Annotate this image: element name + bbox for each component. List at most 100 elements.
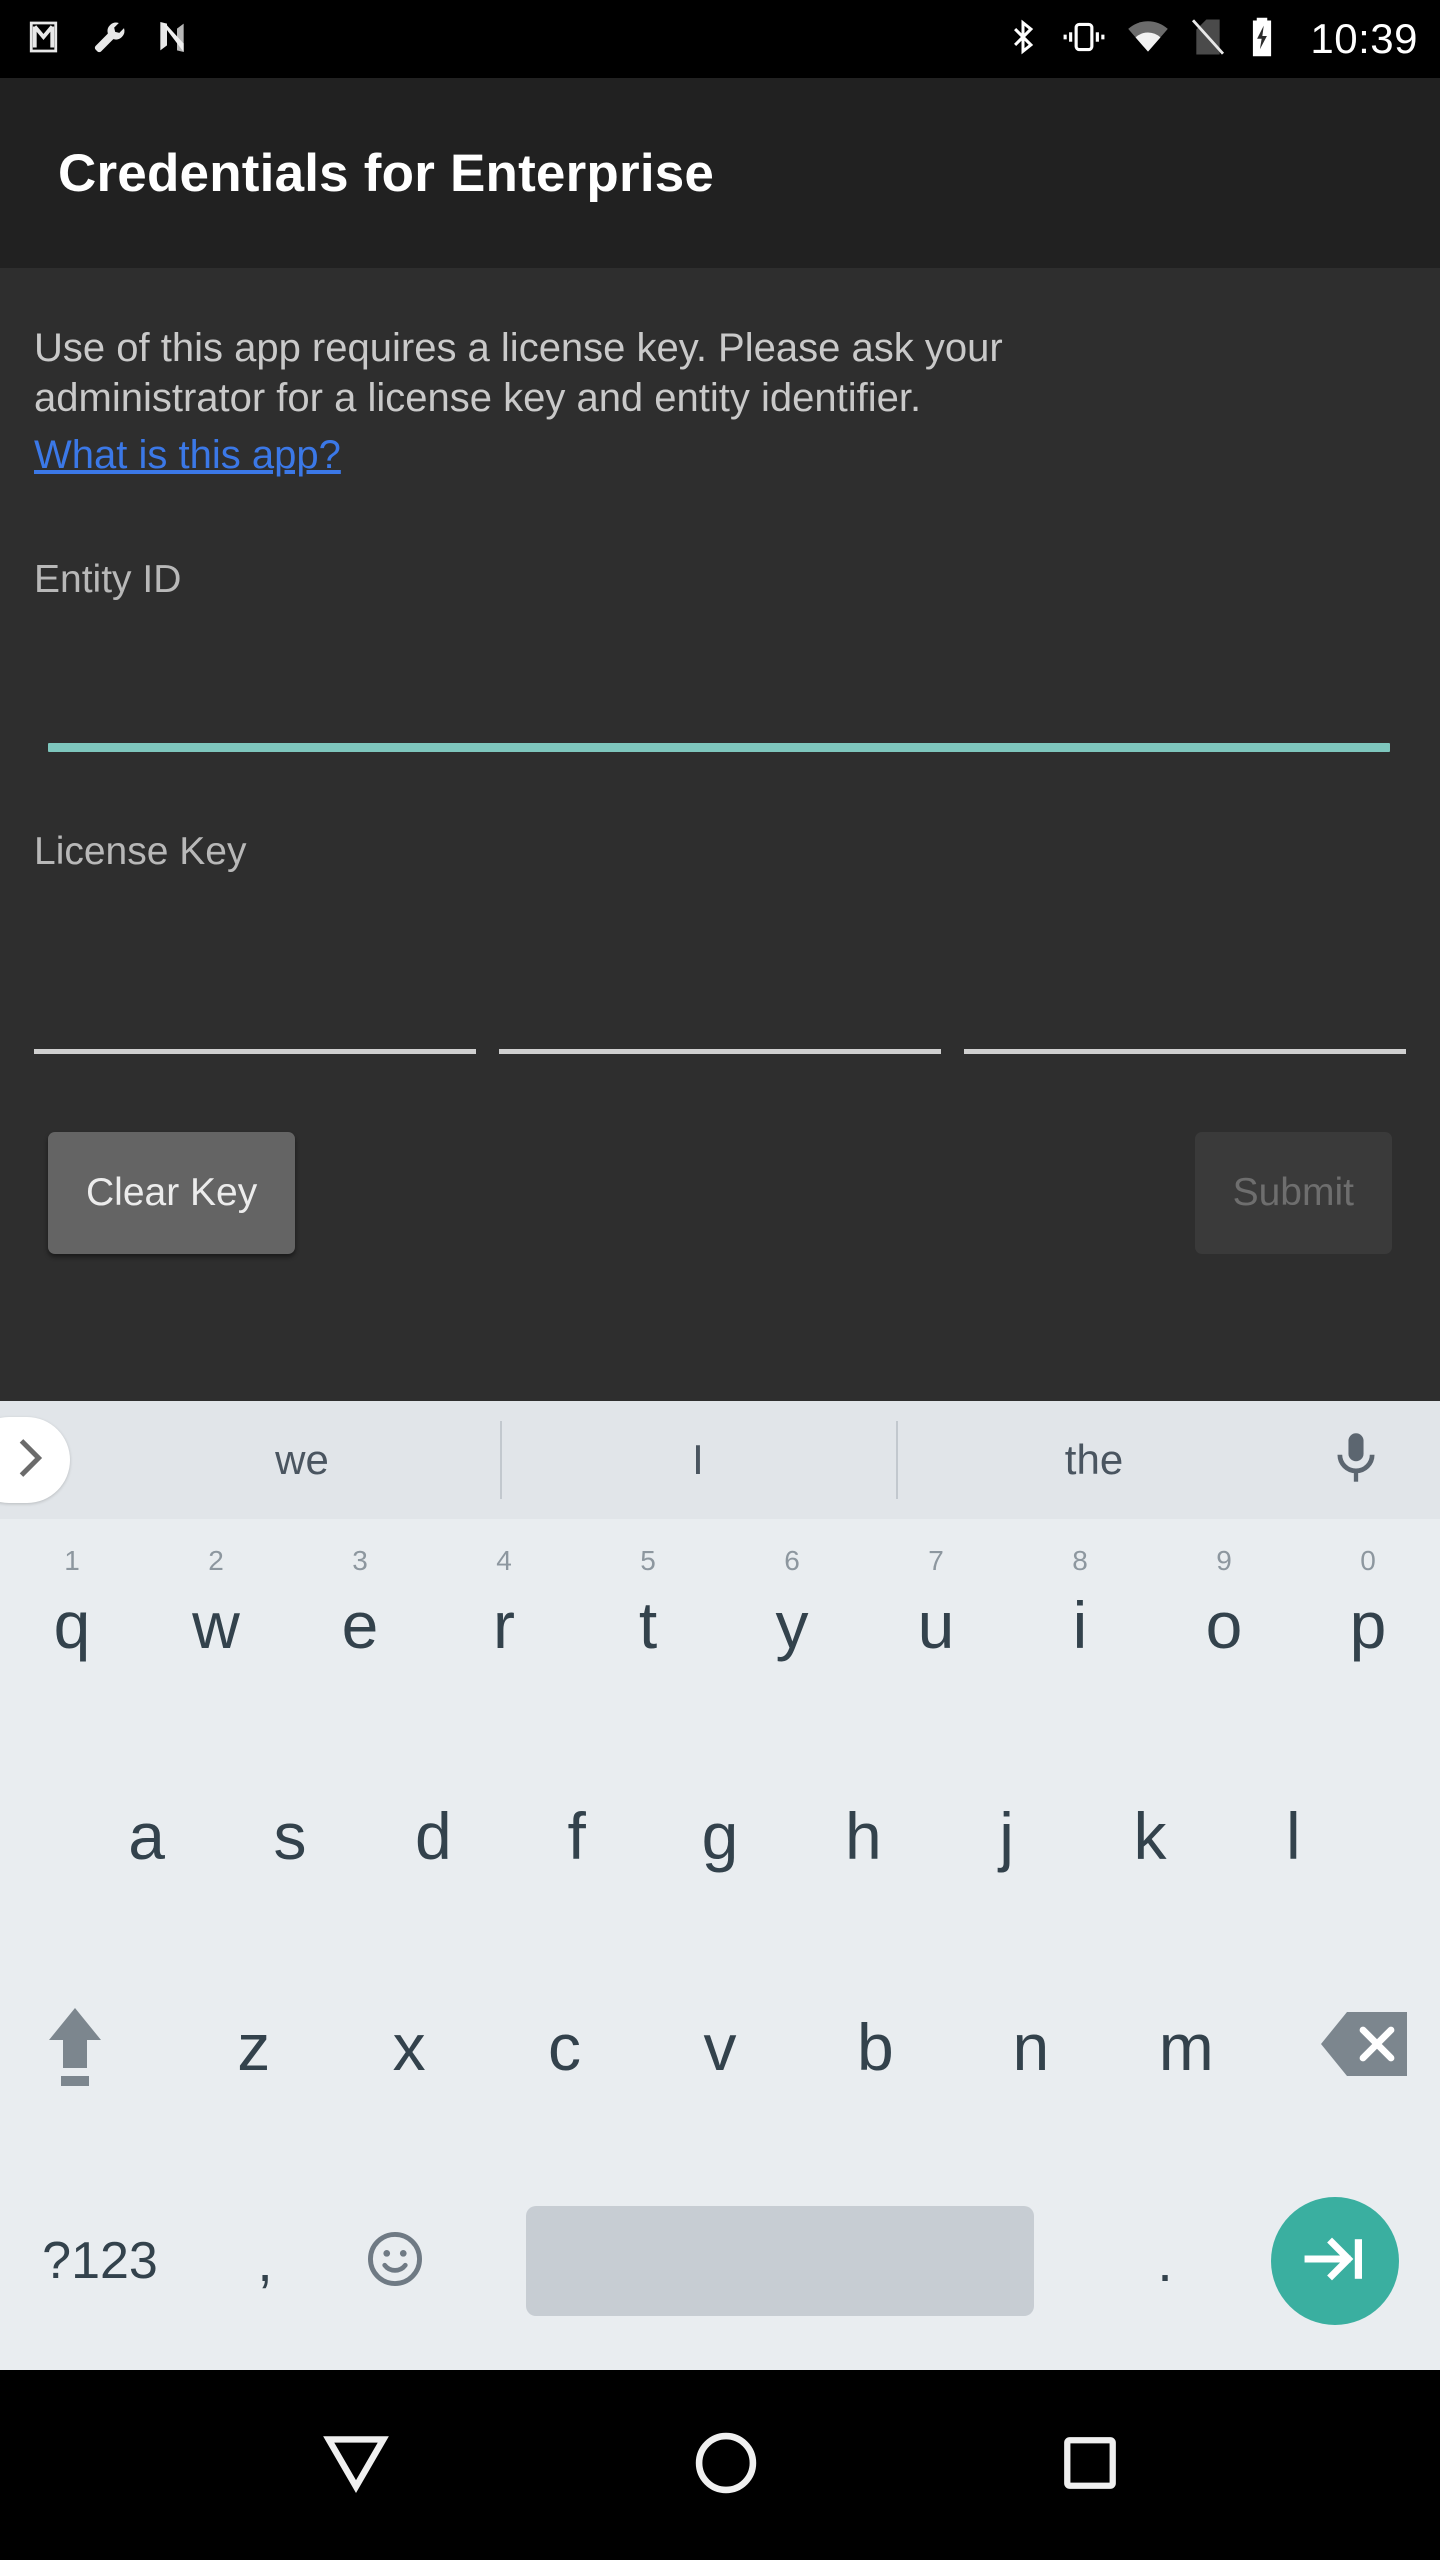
key-q[interactable]: 1q: [0, 1519, 144, 1730]
phone-screen: 10:39 Credentials for Enterprise Use of …: [0, 0, 1440, 2560]
key-i[interactable]: 8i: [1008, 1519, 1152, 1730]
keyboard-row-4: ?123 , .: [0, 2152, 1440, 2370]
page-title: Credentials for Enterprise: [58, 143, 715, 203]
keyboard-dismiss-down-triangle-icon: [321, 2435, 391, 2498]
license-key-segments: [34, 970, 1406, 1055]
gmail-icon: [26, 16, 68, 63]
clear-key-button[interactable]: Clear Key: [48, 1132, 296, 1255]
entity-id-focus-underline: [48, 743, 1390, 753]
key-v[interactable]: v: [642, 1941, 797, 2152]
suggestion-item-1[interactable]: we: [104, 1436, 500, 1484]
space-bar: [526, 2206, 1034, 2316]
recents-button[interactable]: [1061, 2434, 1119, 2497]
period-key[interactable]: .: [1100, 2229, 1230, 2294]
battery-charging-icon: [1246, 16, 1278, 63]
status-bar-right-icons: 10:39: [1004, 16, 1418, 63]
keyboard-row-2: a s d f g h j k l: [0, 1730, 1440, 1941]
license-key-input-1[interactable]: [34, 970, 476, 1055]
key-d[interactable]: d: [362, 1730, 505, 1941]
key-y-label: y: [775, 1587, 809, 1662]
key-g[interactable]: g: [648, 1730, 791, 1941]
what-is-this-app-link[interactable]: What is this app?: [34, 430, 1406, 480]
description-text: Use of this app requires a license key. …: [34, 326, 1003, 421]
key-r[interactable]: 4r: [432, 1519, 576, 1730]
key-i-label: i: [1072, 1587, 1088, 1662]
enter-key[interactable]: [1230, 2197, 1440, 2325]
backspace-key[interactable]: [1290, 1941, 1440, 2152]
recents-square-icon: [1061, 2436, 1119, 2496]
key-z[interactable]: z: [176, 1941, 331, 2152]
key-a[interactable]: a: [75, 1730, 218, 1941]
key-s[interactable]: s: [218, 1730, 361, 1941]
key-x[interactable]: x: [331, 1941, 486, 2152]
key-f[interactable]: f: [505, 1730, 648, 1941]
key-q-number-hint: 1: [64, 1545, 80, 1576]
n-logo-icon: [152, 17, 192, 62]
voice-input-button[interactable]: [1292, 1430, 1420, 1491]
key-r-label: r: [493, 1587, 515, 1662]
key-c[interactable]: c: [487, 1941, 642, 2152]
key-p-label: p: [1349, 1587, 1387, 1662]
space-key[interactable]: [460, 2206, 1100, 2316]
key-w-label: w: [192, 1587, 240, 1662]
submit-button[interactable]: Submit: [1194, 1132, 1392, 1255]
action-button-row: Clear Key Submit: [34, 1132, 1406, 1255]
bluetooth-icon: [1004, 18, 1042, 61]
chevron-right-icon: [6, 1435, 52, 1486]
keyboard-row-3: z x c v b n m: [0, 1941, 1440, 2152]
home-button[interactable]: [693, 2430, 759, 2501]
key-y-number-hint: 6: [784, 1545, 800, 1576]
license-key-input-2[interactable]: [499, 970, 941, 1055]
suggestion-item-2[interactable]: I: [500, 1436, 896, 1484]
key-e-label: e: [341, 1587, 379, 1662]
suggestion-item-3[interactable]: the: [896, 1436, 1292, 1484]
license-key-input-3[interactable]: [964, 970, 1406, 1055]
key-t-number-hint: 5: [640, 1545, 656, 1576]
entity-id-field-group: Entity ID: [34, 558, 1406, 753]
tab-next-arrow-icon: [1299, 2223, 1371, 2300]
shift-key[interactable]: [0, 1941, 150, 2152]
key-t-label: t: [638, 1587, 658, 1662]
key-e-number-hint: 3: [352, 1545, 368, 1576]
key-p[interactable]: 0p: [1296, 1519, 1440, 1730]
wrench-icon: [90, 17, 130, 62]
app-bar: Credentials for Enterprise: [0, 78, 1440, 268]
key-n[interactable]: n: [953, 1941, 1108, 2152]
key-w-number-hint: 2: [208, 1545, 224, 1576]
key-o[interactable]: 9o: [1152, 1519, 1296, 1730]
key-b[interactable]: b: [798, 1941, 953, 2152]
key-i-number-hint: 8: [1072, 1545, 1088, 1576]
wifi-icon: [1126, 18, 1170, 61]
license-key-label: License Key: [34, 830, 247, 874]
home-circle-icon: [693, 2432, 759, 2500]
key-h[interactable]: h: [792, 1730, 935, 1941]
key-t[interactable]: 5t: [576, 1519, 720, 1730]
emoji-key[interactable]: [330, 2228, 460, 2295]
key-r-number-hint: 4: [496, 1545, 512, 1576]
suggestion-list: we I the: [104, 1436, 1292, 1484]
key-u[interactable]: 7u: [864, 1519, 1008, 1730]
key-y[interactable]: 6y: [720, 1519, 864, 1730]
key-m[interactable]: m: [1109, 1941, 1264, 2152]
status-bar: 10:39: [0, 0, 1440, 78]
microphone-icon: [1330, 1430, 1382, 1491]
key-e[interactable]: 3e: [288, 1519, 432, 1730]
expand-suggestions-button[interactable]: [0, 1417, 70, 1503]
emoji-smiley-icon: [364, 2228, 426, 2295]
key-k[interactable]: k: [1078, 1730, 1221, 1941]
entity-id-input[interactable]: [34, 670, 1406, 753]
key-w[interactable]: 2w: [144, 1519, 288, 1730]
main-content: Use of this app requires a license key. …: [0, 268, 1440, 1401]
keyboard-row-1: 1q 2w 3e 4r 5t 6y 7u 8i 9o 0p: [0, 1519, 1440, 1730]
key-j[interactable]: j: [935, 1730, 1078, 1941]
comma-key[interactable]: ,: [200, 2229, 330, 2294]
back-button[interactable]: [321, 2432, 391, 2499]
enter-key-circle: [1271, 2197, 1399, 2325]
symbols-key[interactable]: ?123: [0, 2231, 200, 2291]
navigation-bar: [0, 2370, 1440, 2560]
license-key-field-group: License Key: [34, 830, 1406, 1055]
status-bar-left-icons: [26, 16, 192, 63]
status-bar-clock: 10:39: [1310, 15, 1418, 62]
key-o-number-hint: 9: [1216, 1545, 1232, 1576]
key-l[interactable]: l: [1222, 1730, 1365, 1941]
